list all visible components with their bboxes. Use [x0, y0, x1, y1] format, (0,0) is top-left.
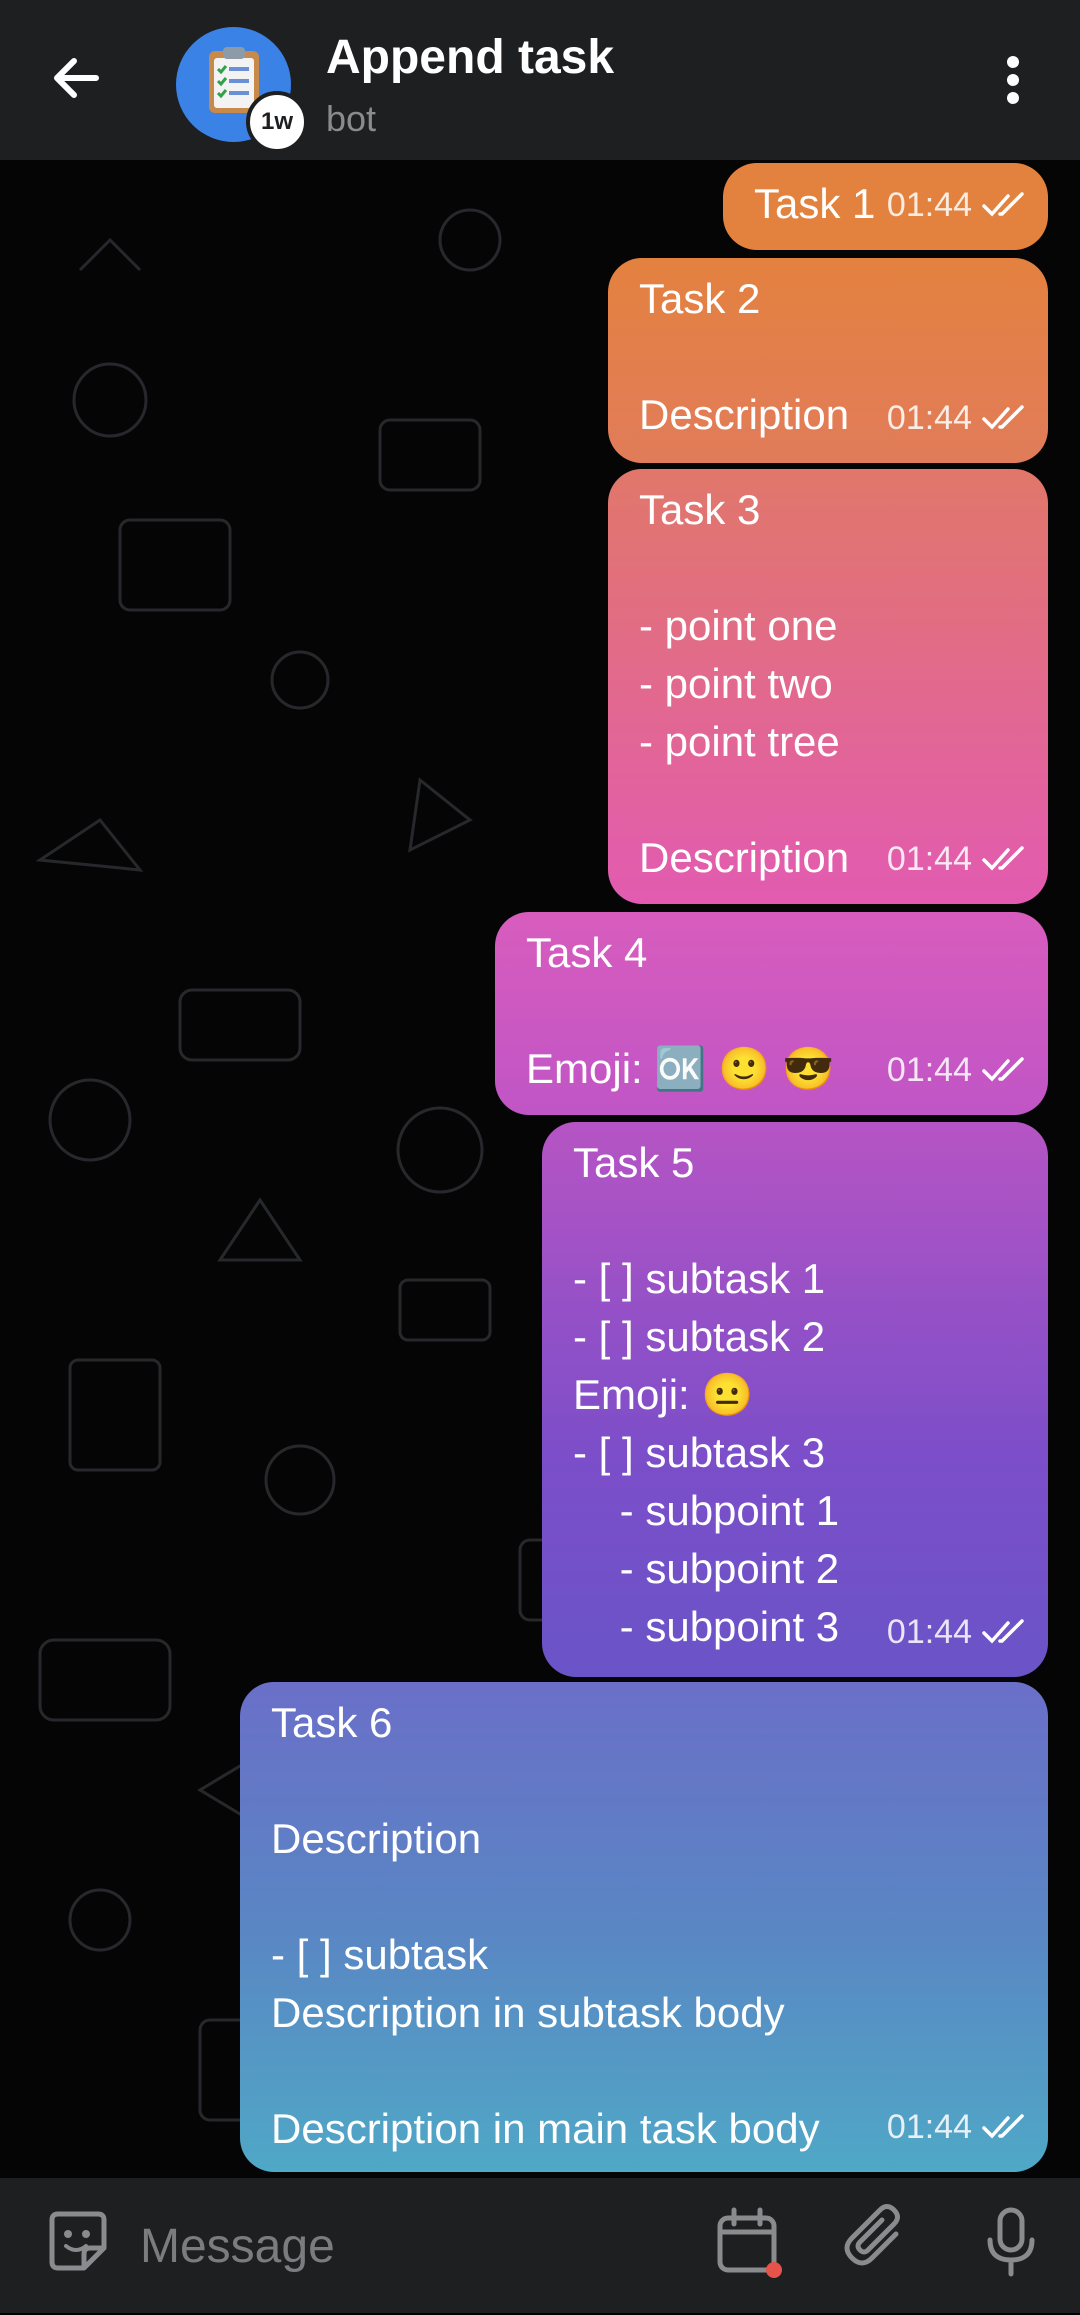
message-bubble[interactable]: Task 1 01:44: [723, 163, 1048, 250]
double-check-icon: [982, 192, 1024, 217]
attach-button[interactable]: [840, 2202, 920, 2282]
voice-record-button[interactable]: [972, 2202, 1052, 2282]
message-meta: 01:44: [887, 389, 1026, 447]
message-meta: 01:44: [887, 176, 1026, 234]
chat-area[interactable]: Task 1 01:44 Task 2 Description 01:44 Ta…: [0, 160, 1080, 2178]
message-time: 01:44: [886, 840, 972, 878]
calendar-icon: [717, 2207, 782, 2278]
emoji-button[interactable]: [38, 2202, 118, 2282]
more-vertical-icon: [1007, 56, 1019, 68]
message-meta: 01:44: [887, 1603, 1026, 1661]
double-check-icon: [982, 1057, 1024, 1082]
microphone-icon: [987, 2207, 1035, 2277]
message-bubble[interactable]: Task 6 Description - [ ] subtask Descrip…: [240, 1682, 1048, 2172]
message-bubble[interactable]: Task 4 Emoji: 🆗 🙂 😎 01:44: [495, 912, 1048, 1115]
sticker-smile-icon: [49, 2211, 107, 2271]
arrow-left-icon: [54, 58, 99, 98]
schedule-button[interactable]: [708, 2202, 788, 2282]
message-time: 01:44: [886, 2108, 972, 2146]
back-button[interactable]: [40, 42, 112, 114]
message-time: 01:44: [886, 399, 972, 437]
message-time: 01:44: [886, 186, 972, 224]
message-time: 01:44: [886, 1051, 972, 1089]
double-check-icon: [982, 846, 1024, 871]
chat-title[interactable]: Append task: [326, 30, 614, 85]
message-meta: 01:44: [887, 830, 1026, 888]
message-text: Task 5 - [ ] subtask 1 - [ ] subtask 2 E…: [573, 1139, 840, 1650]
message-time: 01:44: [886, 1613, 972, 1651]
story-badge: 1w: [246, 91, 308, 153]
message-input[interactable]: [138, 2178, 702, 2315]
paperclip-icon: [844, 2204, 900, 2266]
message-bubble[interactable]: Task 5 - [ ] subtask 1 - [ ] subtask 2 E…: [542, 1122, 1048, 1677]
message-bubble[interactable]: Task 3 - point one - point two - point t…: [608, 469, 1048, 904]
message-text: Task 3 - point one - point two - point t…: [639, 486, 850, 881]
chat-header: 1w Append task bot: [0, 0, 1080, 160]
message-meta: 01:44: [887, 2098, 1026, 2156]
chat-subtitle: bot: [326, 98, 377, 139]
more-menu-button[interactable]: [990, 50, 1036, 116]
message-meta: 01:44: [887, 1041, 1026, 1099]
double-check-icon: [982, 2114, 1024, 2139]
double-check-icon: [982, 1619, 1024, 1644]
double-check-icon: [982, 405, 1024, 430]
message-text: Task 6 Description - [ ] subtask Descrip…: [271, 1699, 820, 2152]
message-bubble[interactable]: Task 2 Description 01:44: [608, 258, 1048, 463]
